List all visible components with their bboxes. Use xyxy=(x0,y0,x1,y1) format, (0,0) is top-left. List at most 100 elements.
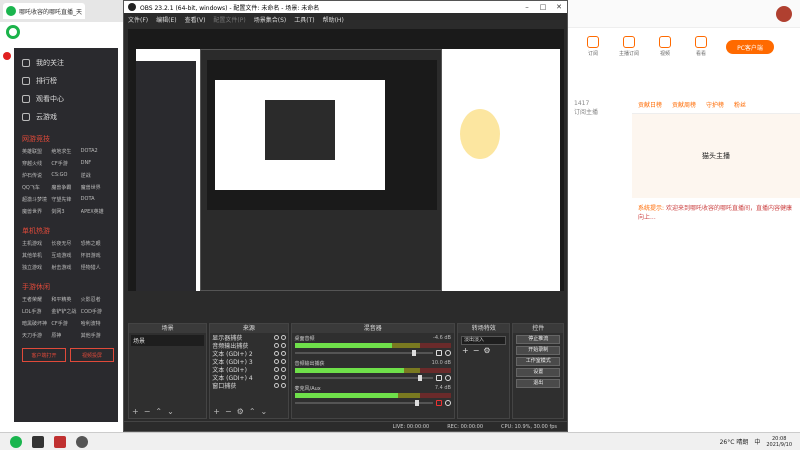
exit-button[interactable]: 退出 xyxy=(516,379,561,388)
sidebar-item-follow[interactable]: 我的关注 xyxy=(18,54,114,72)
sidebar-game-link[interactable]: QQ飞车 xyxy=(22,184,51,192)
sidebar-game-link[interactable]: 原神 xyxy=(51,332,80,340)
sidebar-game-link[interactable]: 射击游戏 xyxy=(51,264,80,272)
move-up-button[interactable]: ⌃ xyxy=(155,407,162,416)
sidebar-game-link[interactable]: CF手游 xyxy=(51,160,80,168)
avatar[interactable] xyxy=(776,5,792,22)
clock[interactable]: 20:08 2021/9/10 xyxy=(766,436,792,448)
weather-text[interactable]: 26°C 晴朗 xyxy=(720,437,749,446)
browser-taskbar-icon[interactable] xyxy=(10,435,22,448)
sidebar-game-link[interactable]: 魔兽世界 xyxy=(22,208,51,216)
move-up-button[interactable]: ⌃ xyxy=(249,407,256,416)
menu-profile[interactable]: 配置文件(P) xyxy=(213,15,245,24)
sidebar-game-link[interactable]: 魔兽世界 xyxy=(81,184,110,192)
sidebar-game-link[interactable]: COD手游 xyxy=(81,308,110,316)
menu-file[interactable]: 文件(F) xyxy=(128,15,148,24)
sidebar-game-link[interactable]: 主机游戏 xyxy=(22,240,51,248)
transition-select[interactable]: 淡出淡入 xyxy=(460,336,507,345)
lock-icon[interactable] xyxy=(280,342,286,348)
visibility-eye-icon[interactable] xyxy=(273,334,279,340)
volume-slider-knob[interactable] xyxy=(414,400,419,406)
scene-item[interactable]: 场景 xyxy=(131,335,205,346)
visibility-eye-icon[interactable] xyxy=(273,350,279,356)
remove-scene-button[interactable]: − xyxy=(144,407,151,416)
sidebar-game-link[interactable]: 长夜无尽 xyxy=(51,240,80,248)
minimize-button[interactable]: – xyxy=(519,1,535,13)
close-button[interactable]: ✕ xyxy=(551,1,567,13)
lock-icon[interactable] xyxy=(280,358,286,364)
sidebar-game-link[interactable]: 炉石传说 xyxy=(22,172,51,180)
visibility-eye-icon[interactable] xyxy=(273,374,279,380)
lock-icon[interactable] xyxy=(280,374,286,380)
sidebar-game-link[interactable]: 和平精英 xyxy=(51,296,80,304)
add-source-button[interactable]: + xyxy=(213,407,220,416)
cast-video-button[interactable]: 视频投屏 xyxy=(70,348,114,362)
nav-streamer-subscribe[interactable]: 主播订阅 xyxy=(618,36,640,62)
sidebar-game-link[interactable]: 独立游戏 xyxy=(22,264,51,272)
stop-streaming-button[interactable]: 停止推流 xyxy=(516,335,561,344)
source-item[interactable]: 窗口捕获 xyxy=(210,381,287,390)
tab-fans[interactable]: 粉丝 xyxy=(734,100,746,109)
sidebar-game-link[interactable]: 金铲铲之战 xyxy=(51,308,80,316)
sidebar-game-link[interactable]: DOTA2 xyxy=(81,148,110,156)
add-scene-button[interactable]: + xyxy=(132,407,139,416)
sidebar-item-cloud-game[interactable]: 云游戏 xyxy=(18,108,114,126)
lock-icon[interactable] xyxy=(280,350,286,356)
sidebar-item-watch-center[interactable]: 观看中心 xyxy=(18,90,114,108)
lock-icon[interactable] xyxy=(280,334,286,340)
menu-scene-collection[interactable]: 场景集合(S) xyxy=(254,15,287,24)
sidebar-game-link[interactable]: LOL手游 xyxy=(22,308,51,316)
pc-client-button[interactable]: PC客户端 xyxy=(726,40,774,54)
visibility-eye-icon[interactable] xyxy=(273,366,279,372)
move-down-button[interactable]: ⌄ xyxy=(261,407,268,416)
gear-icon[interactable] xyxy=(444,400,451,406)
volume-slider[interactable] xyxy=(294,350,433,356)
tab-daily-rank[interactable]: 贡献日榜 xyxy=(638,100,662,109)
visibility-eye-icon[interactable] xyxy=(273,382,279,388)
nav-video[interactable]: 视频 xyxy=(654,36,676,62)
gear-icon[interactable] xyxy=(444,350,451,356)
lock-icon[interactable] xyxy=(280,366,286,372)
maximize-button[interactable]: □ xyxy=(535,1,551,13)
visibility-eye-icon[interactable] xyxy=(273,342,279,348)
sidebar-game-link[interactable]: 怪物猎人 xyxy=(81,264,110,272)
sidebar-game-link[interactable]: 恐怖之眼 xyxy=(81,240,110,248)
obs-preview[interactable] xyxy=(128,29,564,291)
start-recording-button[interactable]: 开始录制 xyxy=(516,346,561,355)
sidebar-game-link[interactable]: 王者荣耀 xyxy=(22,296,51,304)
sidebar-game-link[interactable]: 英雄联盟 xyxy=(22,148,51,156)
browser-logo-icon[interactable] xyxy=(6,25,20,39)
speaker-icon[interactable] xyxy=(435,350,442,356)
speaker-icon[interactable] xyxy=(435,375,442,381)
sidebar-game-link[interactable]: 绝地求生 xyxy=(51,148,80,156)
volume-slider-knob[interactable] xyxy=(417,375,422,381)
transition-properties-button[interactable]: ⚙ xyxy=(483,346,490,355)
sidebar-game-link[interactable]: 超激斗梦境 xyxy=(22,196,51,204)
weibo-icon[interactable] xyxy=(3,52,11,60)
gear-icon[interactable] xyxy=(444,375,451,381)
app-taskbar-icon[interactable] xyxy=(54,435,66,448)
sidebar-game-link[interactable]: 天刀手游 xyxy=(22,332,51,340)
open-client-button[interactable]: 客户端打开 xyxy=(22,348,66,362)
sidebar-game-link[interactable]: 互动游戏 xyxy=(51,252,80,260)
sidebar-game-link[interactable]: CS:GO xyxy=(51,172,80,180)
sidebar-game-link[interactable]: 剑网3 xyxy=(51,208,80,216)
tab-guard-rank[interactable]: 守护榜 xyxy=(706,100,724,109)
obs-alt-taskbar-icon[interactable] xyxy=(76,435,88,448)
sidebar-game-link[interactable]: 逆战 xyxy=(81,172,110,180)
menu-tools[interactable]: 工具(T) xyxy=(294,15,314,24)
source-properties-button[interactable]: ⚙ xyxy=(237,407,244,416)
sidebar-game-link[interactable]: 怀旧游戏 xyxy=(81,252,110,260)
sidebar-game-link[interactable]: 守望先锋 xyxy=(51,196,80,204)
sidebar-game-link[interactable]: APEX英雄 xyxy=(81,208,110,216)
remove-source-button[interactable]: − xyxy=(225,407,232,416)
sidebar-game-link[interactable]: DNF xyxy=(81,160,110,168)
visibility-eye-icon[interactable] xyxy=(273,358,279,364)
move-down-button[interactable]: ⌄ xyxy=(167,407,174,416)
sidebar-item-ranking[interactable]: 排行榜 xyxy=(18,72,114,90)
menu-help[interactable]: 帮助(H) xyxy=(323,15,344,24)
settings-button[interactable]: 设置 xyxy=(516,368,561,377)
remove-transition-button[interactable]: − xyxy=(473,346,480,355)
sidebar-game-link[interactable]: 哈利波特 xyxy=(81,320,110,328)
nav-watch[interactable]: 看看 xyxy=(690,36,712,62)
